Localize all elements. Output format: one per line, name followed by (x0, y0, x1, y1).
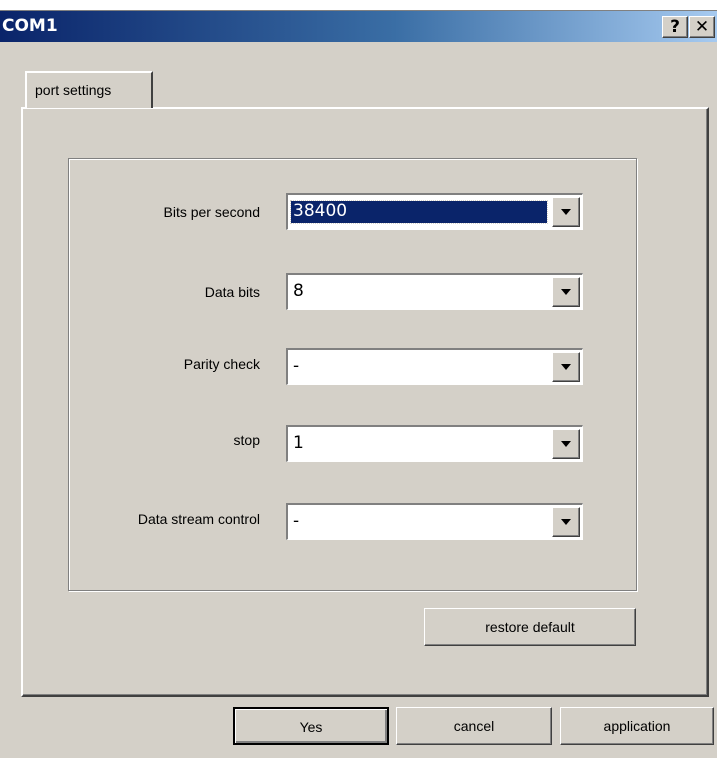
tab-label: port settings (35, 82, 112, 98)
bits-per-second-label: Bits per second (163, 204, 261, 220)
data-bits-label: Data bits (204, 284, 260, 300)
stop-select[interactable]: 1 (286, 425, 583, 462)
tab-port-settings[interactable]: port settings (25, 71, 153, 108)
help-icon[interactable]: ? (662, 16, 688, 38)
data-stream-control-label: Data stream control (137, 511, 260, 527)
data-bits-select[interactable]: 8 (286, 273, 583, 310)
stop-label: stop (233, 432, 260, 448)
title-bar[interactable]: COM1 ? ✕ (0, 11, 717, 42)
chevron-down-icon[interactable] (552, 507, 580, 537)
close-icon[interactable]: ✕ (689, 16, 715, 38)
chevron-down-icon[interactable] (552, 429, 580, 459)
bits-per-second-value: 38400 (290, 200, 548, 224)
yes-button[interactable]: Yes (233, 707, 389, 745)
dialog-window: COM1 ? ✕ port settings Bits per second 3… (0, 10, 717, 758)
data-stream-control-value: - (293, 511, 300, 531)
parity-check-label: Parity check (183, 356, 260, 372)
data-bits-value: 8 (293, 281, 304, 301)
chevron-down-icon[interactable] (552, 352, 580, 382)
application-button[interactable]: application (560, 707, 714, 745)
bits-per-second-select[interactable]: 38400 (286, 193, 583, 230)
restore-default-button[interactable]: restore default (424, 608, 636, 646)
parity-check-select[interactable]: - (286, 348, 583, 385)
window-title: COM1 (2, 16, 58, 36)
chevron-down-icon[interactable] (552, 197, 580, 227)
chevron-down-icon[interactable] (552, 277, 580, 307)
data-stream-control-select[interactable]: - (286, 503, 583, 540)
parity-check-value: - (293, 356, 300, 376)
cancel-button[interactable]: cancel (396, 707, 552, 745)
stop-value: 1 (293, 433, 304, 453)
